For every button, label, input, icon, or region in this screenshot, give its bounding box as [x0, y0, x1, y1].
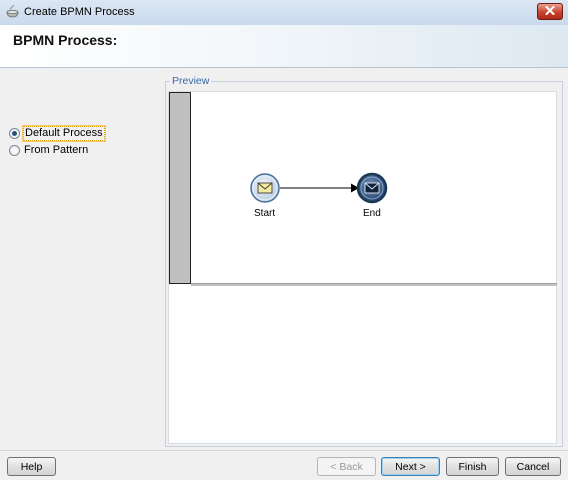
- end-event-label: End: [363, 208, 381, 219]
- sequence-flow-arrow: [280, 183, 359, 193]
- process-diagram: [250, 172, 388, 204]
- start-event: [250, 173, 280, 203]
- help-button[interactable]: Help: [7, 457, 56, 476]
- next-button[interactable]: Next >: [381, 457, 440, 476]
- footer-divider: [0, 450, 568, 451]
- end-event: [356, 172, 388, 204]
- start-event-label: Start: [254, 208, 276, 219]
- message-envelope-icon: [364, 182, 380, 194]
- finish-button[interactable]: Finish: [446, 457, 499, 476]
- cancel-button[interactable]: Cancel: [505, 457, 561, 476]
- back-button[interactable]: < Back: [317, 457, 376, 476]
- message-envelope-icon: [257, 182, 273, 194]
